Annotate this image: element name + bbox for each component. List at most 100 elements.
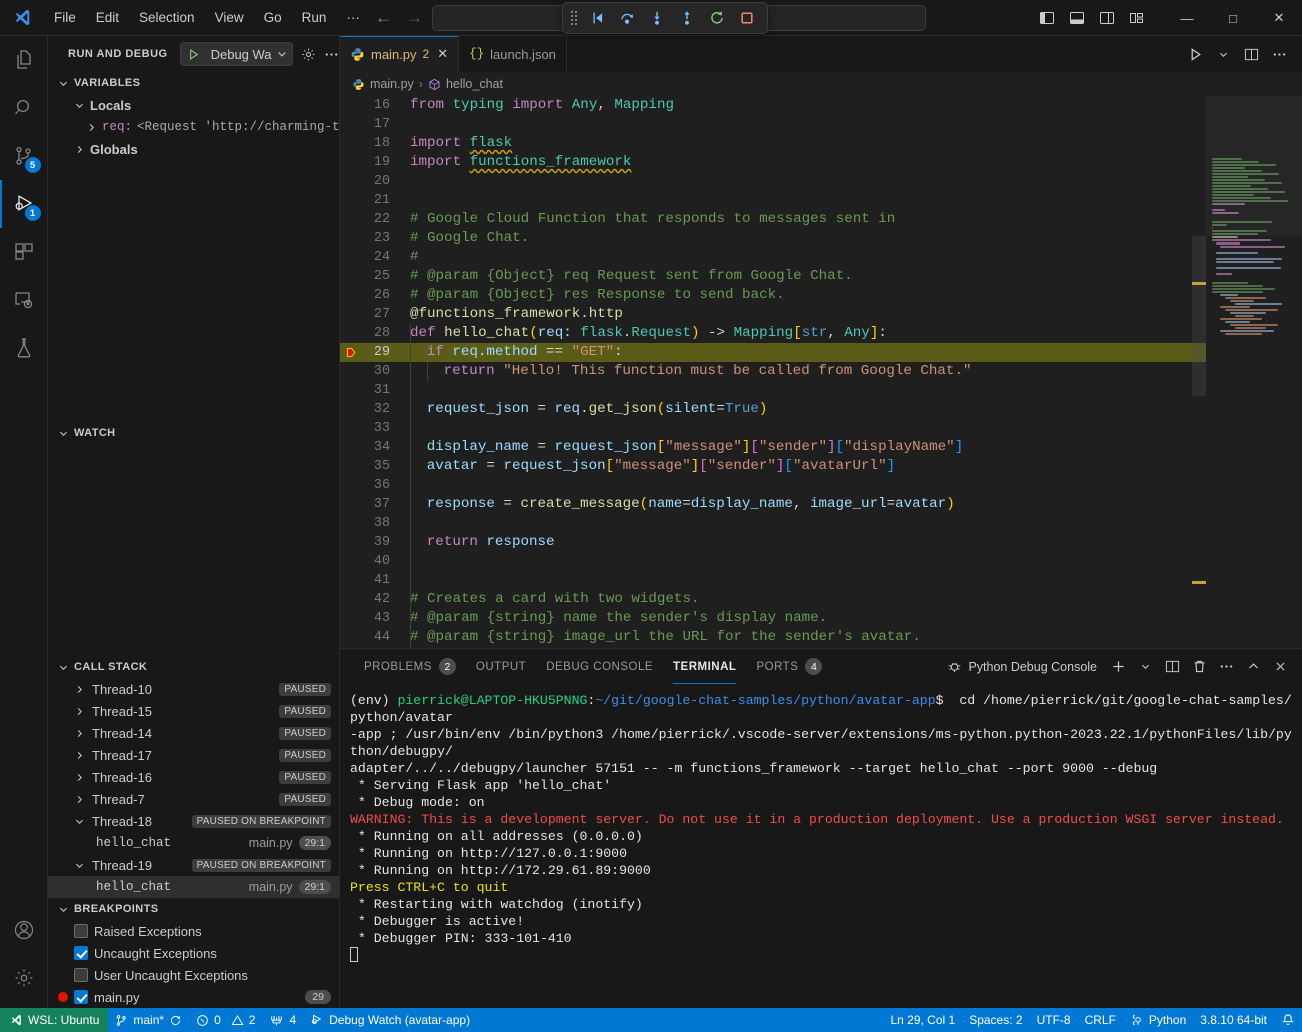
code-line[interactable]: 35avatar = request_json["message"]["send… — [340, 457, 1206, 476]
status-indentation[interactable]: Spaces: 2 — [962, 1008, 1029, 1032]
callstack-thread-row[interactable]: Thread-19 PAUSED ON BREAKPOINT — [48, 854, 339, 876]
code-lines[interactable]: 16from typing import Any, Mapping1718imp… — [340, 96, 1206, 648]
code-line[interactable]: 26# @param {Object} res Response to send… — [340, 286, 1206, 305]
code-line[interactable]: 16from typing import Any, Mapping — [340, 96, 1206, 115]
code-line[interactable]: 36 — [340, 476, 1206, 495]
watch-expressions-list[interactable] — [48, 444, 339, 656]
code-line[interactable]: 18import flask — [340, 134, 1206, 153]
status-eol[interactable]: CRLF — [1078, 1008, 1123, 1032]
code-line[interactable]: 34display_name = request_json["message"]… — [340, 438, 1206, 457]
code-line[interactable]: 44# @param {string} image_url the URL fo… — [340, 628, 1206, 647]
menu-edit[interactable]: Edit — [86, 6, 129, 29]
toggle-panel-icon[interactable] — [1062, 3, 1092, 33]
sidebar-more-actions-icon[interactable] — [324, 43, 339, 65]
breakpoint-row-user-uncaught-exceptions[interactable]: User Uncaught Exceptions — [48, 964, 339, 986]
go-back-icon[interactable]: ← — [375, 9, 392, 26]
run-python-file-icon[interactable] — [1182, 41, 1208, 67]
code-editor[interactable]: 16from typing import Any, Mapping1718imp… — [340, 96, 1302, 648]
status-debug-session[interactable]: Debug Watch (avatar-app) — [303, 1008, 477, 1032]
activitybar-item-run-and-debug[interactable]: 1 — [0, 180, 48, 228]
callstack-thread-row[interactable]: Thread-18 PAUSED ON BREAKPOINT — [48, 810, 339, 832]
start-debugging-icon[interactable] — [181, 48, 207, 61]
code-line[interactable]: 32request_json = req.get_json(silent=Tru… — [340, 400, 1206, 419]
callstack-frame-row[interactable]: hello_chat main.py 29:1 — [48, 832, 339, 854]
activitybar-item-remote-explorer[interactable] — [0, 276, 48, 324]
editor-tab-launch-json[interactable]: {} launch.json — [459, 36, 567, 72]
activitybar-item-search[interactable] — [0, 84, 48, 132]
launch-configuration-selector[interactable]: Debug Wa — [180, 42, 293, 66]
close-panel-icon[interactable] — [1268, 655, 1292, 679]
customize-layout-icon[interactable] — [1122, 3, 1152, 33]
minimap-slider[interactable] — [1206, 96, 1302, 236]
status-problems[interactable]: 0 2 — [189, 1008, 262, 1032]
callstack-thread-row[interactable]: Thread-7 PAUSED — [48, 788, 339, 810]
code-line[interactable]: 39return response — [340, 533, 1206, 552]
breakpoint-marker-icon[interactable] — [340, 346, 362, 359]
new-terminal-icon[interactable] — [1106, 655, 1130, 679]
chevron-down-icon[interactable] — [272, 48, 292, 60]
code-line[interactable]: 40 — [340, 552, 1206, 571]
code-line[interactable]: 29if req.method == "GET": — [340, 343, 1206, 362]
section-header-breakpoints[interactable]: BREAKPOINTS — [48, 898, 339, 920]
status-remote-indicator[interactable]: WSL: Ubuntu — [0, 1008, 108, 1032]
activitybar-item-extensions[interactable] — [0, 228, 48, 276]
toggle-secondary-sidebar-icon[interactable] — [1092, 3, 1122, 33]
toggle-primary-sidebar-icon[interactable] — [1032, 3, 1062, 33]
section-header-watch[interactable]: WATCH — [48, 422, 339, 444]
go-forward-icon[interactable]: → — [406, 9, 423, 26]
menu-file[interactable]: File — [44, 6, 86, 29]
menu-view[interactable]: View — [205, 6, 254, 29]
breadcrumb-symbol[interactable]: hello_chat — [446, 77, 503, 91]
debug-continue-button[interactable] — [583, 5, 611, 31]
close-icon[interactable]: ✕ — [437, 46, 448, 62]
editor-tab-main-py[interactable]: main.py 2 ✕ — [340, 36, 459, 72]
callstack-thread-row[interactable]: Thread-16 PAUSED — [48, 766, 339, 788]
breakpoint-checkbox[interactable] — [74, 968, 88, 982]
code-line[interactable]: 43# @param {string} name the sender's di… — [340, 609, 1206, 628]
breakpoint-row-main-py[interactable]: main.py 29 — [48, 986, 339, 1008]
chevron-down-icon[interactable] — [1133, 655, 1157, 679]
breakpoint-row-uncaught-exceptions[interactable]: Uncaught Exceptions — [48, 942, 339, 964]
breadcrumb-file[interactable]: main.py — [370, 77, 414, 91]
panel-tab-debug-console[interactable]: DEBUG CONSOLE — [536, 649, 663, 684]
status-cursor-position[interactable]: Ln 29, Col 1 — [883, 1008, 962, 1032]
status-ports[interactable]: 4 — [262, 1008, 303, 1032]
menu-more[interactable]: ··· — [336, 6, 370, 29]
variables-scope-locals[interactable]: Locals — [48, 94, 339, 116]
callstack-frame-row-selected[interactable]: hello_chat main.py 29:1 — [48, 876, 339, 898]
sync-icon[interactable] — [169, 1014, 182, 1027]
callstack-thread-row[interactable]: Thread-10 PAUSED — [48, 678, 339, 700]
code-line[interactable]: 22# Google Cloud Function that responds … — [340, 210, 1206, 229]
breakpoint-row-raised-exceptions[interactable]: Raised Exceptions — [48, 920, 339, 942]
status-notifications[interactable] — [1274, 1008, 1302, 1032]
code-line[interactable]: 38 — [340, 514, 1206, 533]
debug-restart-button[interactable] — [703, 5, 731, 31]
menu-selection[interactable]: Selection — [129, 6, 205, 29]
maximize-button[interactable]: □ — [1210, 0, 1256, 36]
section-header-callstack[interactable]: CALL STACK — [48, 656, 339, 678]
code-line[interactable]: 33 — [340, 419, 1206, 438]
code-viewport[interactable]: 16from typing import Any, Mapping1718imp… — [340, 96, 1206, 648]
callstack-thread-row[interactable]: Thread-15 PAUSED — [48, 700, 339, 722]
drag-handle-icon[interactable] — [569, 11, 581, 25]
open-launch-json-gear-icon[interactable] — [301, 43, 316, 65]
status-language-mode[interactable]: Python — [1123, 1008, 1193, 1032]
editor-scrollbar[interactable] — [1192, 96, 1206, 648]
chevron-down-icon[interactable] — [1210, 41, 1236, 67]
menu-run[interactable]: Run — [292, 6, 337, 29]
debug-step-over-button[interactable] — [613, 5, 641, 31]
code-line[interactable]: 27@functions_framework.http — [340, 305, 1206, 324]
minimap[interactable] — [1206, 96, 1302, 648]
activitybar-item-source-control[interactable]: 5 — [0, 132, 48, 180]
variable-row-req[interactable]: req: <Request 'http://charming-tro… — [48, 116, 339, 138]
debug-step-out-button[interactable] — [673, 5, 701, 31]
code-line[interactable]: 23# Google Chat. — [340, 229, 1206, 248]
panel-tab-problems[interactable]: PROBLEMS 2 — [354, 649, 466, 684]
panel-tab-ports[interactable]: PORTS 4 — [746, 649, 832, 684]
status-encoding[interactable]: UTF-8 — [1030, 1008, 1078, 1032]
status-branch[interactable]: main* — [108, 1008, 189, 1032]
debug-step-into-button[interactable] — [643, 5, 671, 31]
activitybar-item-testing[interactable] — [0, 324, 48, 372]
callstack-thread-row[interactable]: Thread-17 PAUSED — [48, 744, 339, 766]
kill-terminal-icon[interactable] — [1187, 655, 1211, 679]
